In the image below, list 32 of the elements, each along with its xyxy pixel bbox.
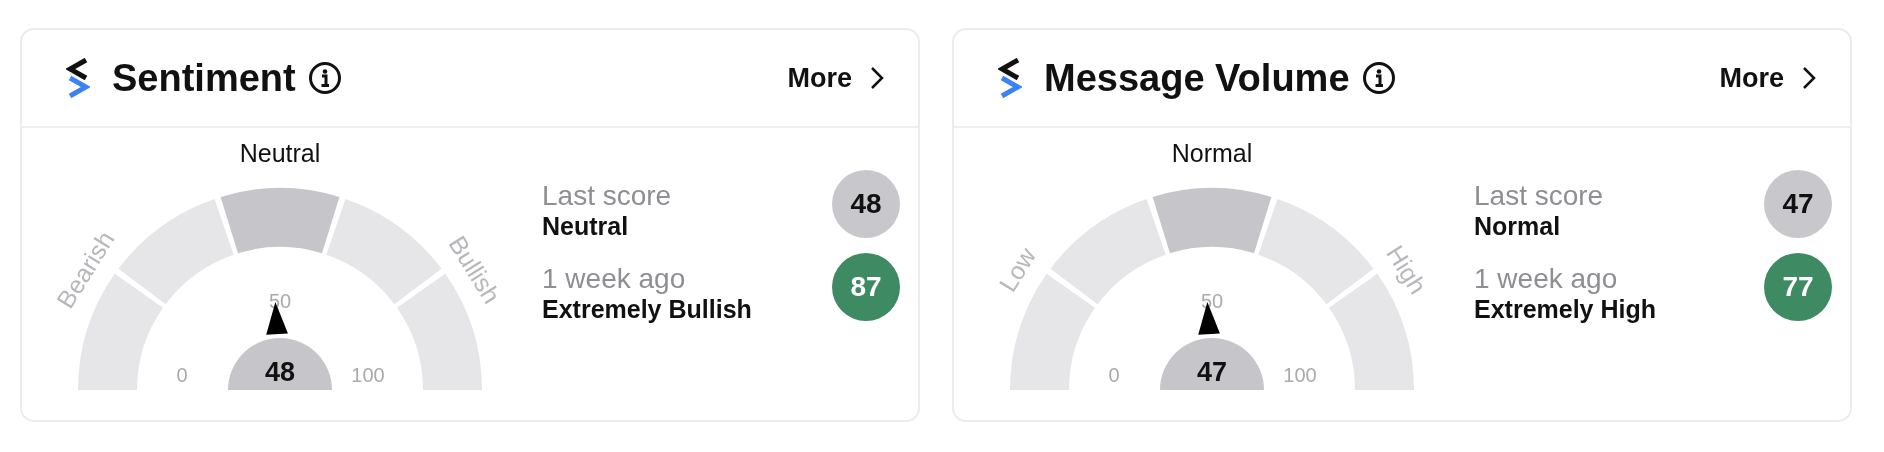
gauge-reading: 47: [1197, 357, 1227, 387]
tick-label: 0: [1108, 364, 1120, 386]
card-title: Message Volume: [1044, 56, 1350, 100]
score-badge: 77: [1764, 253, 1832, 321]
score-caption: Last score: [542, 180, 672, 212]
score-badge: 48: [832, 170, 900, 238]
tick-label: 0: [176, 364, 188, 386]
score-caption: 1 week ago: [1474, 263, 1618, 295]
score-badge: 47: [1764, 170, 1832, 238]
more-link[interactable]: More: [1719, 62, 1816, 94]
card-title: Sentiment: [112, 56, 296, 100]
score-caption: 1 week ago: [542, 263, 686, 295]
score-badge: 87: [832, 253, 900, 321]
score-label: Extremely High: [1474, 295, 1657, 325]
more-link[interactable]: More: [787, 62, 884, 94]
tick-label: 50: [1200, 290, 1224, 312]
score-label: Neutral: [542, 212, 630, 242]
chevron-icon: [1802, 66, 1816, 90]
logo-icon: [998, 58, 1022, 98]
chevron-icon: [870, 66, 884, 90]
tick-label: 50: [268, 290, 292, 312]
info-icon[interactable]: [1361, 61, 1396, 95]
tick-label: 100: [351, 364, 385, 386]
gauge-reading: 48: [265, 357, 295, 387]
info-icon[interactable]: [307, 61, 342, 95]
gauge-label: Neutral: [239, 139, 321, 167]
gauge-label: Normal: [1171, 139, 1253, 167]
score-label: Normal: [1474, 212, 1562, 242]
score-caption: Last score: [1474, 180, 1604, 212]
logo-icon: [66, 58, 90, 98]
tick-label: 100: [1283, 364, 1317, 386]
score-label: Extremely Bullish: [542, 295, 753, 325]
